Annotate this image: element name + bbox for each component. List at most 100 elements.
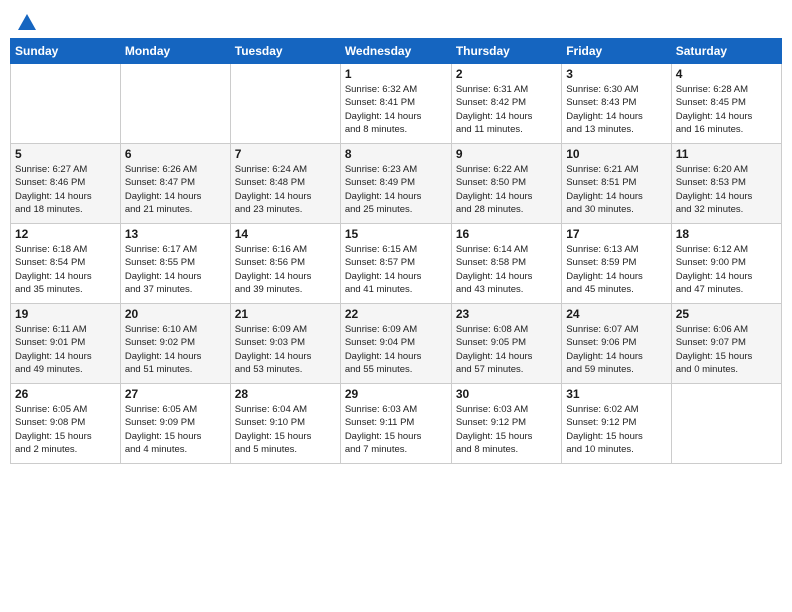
column-header-wednesday: Wednesday — [340, 39, 451, 64]
calendar-cell: 16 Sunrise: 6:14 AM Sunset: 8:58 PM Dayli… — [451, 224, 561, 304]
day-info: Sunrise: 6:14 AM Sunset: 8:58 PM Dayligh… — [456, 243, 557, 296]
calendar-cell: 23 Sunrise: 6:08 AM Sunset: 9:05 PM Dayli… — [451, 304, 561, 384]
calendar-cell: 2 Sunrise: 6:31 AM Sunset: 8:42 PM Daylig… — [451, 64, 561, 144]
calendar-cell: 1Sunrise: 6:32 AM Sunset: 8:41 PM Daylig… — [340, 64, 451, 144]
day-number: 7 — [235, 147, 336, 161]
day-number: 3 — [566, 67, 666, 81]
calendar-cell — [120, 64, 230, 144]
calendar-cell: 26Sunrise: 6:05 AM Sunset: 9:08 PM Dayli… — [11, 384, 121, 464]
day-number: 2 — [456, 67, 557, 81]
day-info: Sunrise: 6:31 AM Sunset: 8:42 PM Dayligh… — [456, 83, 557, 136]
calendar-cell — [671, 384, 781, 464]
day-info: Sunrise: 6:17 AM Sunset: 8:55 PM Dayligh… — [125, 243, 226, 296]
calendar-cell — [11, 64, 121, 144]
day-number: 16 — [456, 227, 557, 241]
calendar-cell: 8 Sunrise: 6:23 AM Sunset: 8:49 PM Daylig… — [340, 144, 451, 224]
calendar-cell: 11 Sunrise: 6:20 AM Sunset: 8:53 PM Dayli… — [671, 144, 781, 224]
day-info: Sunrise: 6:30 AM Sunset: 8:43 PM Dayligh… — [566, 83, 666, 136]
day-number: 29 — [345, 387, 447, 401]
calendar-cell: 12 Sunrise: 6:18 AM Sunset: 8:54 PM Dayli… — [11, 224, 121, 304]
day-info: Sunrise: 6:08 AM Sunset: 9:05 PM Dayligh… — [456, 323, 557, 376]
day-info: Sunrise: 6:27 AM Sunset: 8:46 PM Dayligh… — [15, 163, 116, 216]
day-info: Sunrise: 6:20 AM Sunset: 8:53 PM Dayligh… — [676, 163, 777, 216]
day-info: Sunrise: 6:04 AM Sunset: 9:10 PM Dayligh… — [235, 403, 336, 456]
calendar-cell: 7 Sunrise: 6:24 AM Sunset: 8:48 PM Daylig… — [230, 144, 340, 224]
day-info: Sunrise: 6:10 AM Sunset: 9:02 PM Dayligh… — [125, 323, 226, 376]
calendar-cell: 6 Sunrise: 6:26 AM Sunset: 8:47 PM Daylig… — [120, 144, 230, 224]
day-info: Sunrise: 6:06 AM Sunset: 9:07 PM Dayligh… — [676, 323, 777, 376]
day-info: Sunrise: 6:16 AM Sunset: 8:56 PM Dayligh… — [235, 243, 336, 296]
day-number: 28 — [235, 387, 336, 401]
calendar-cell: 28 Sunrise: 6:04 AM Sunset: 9:10 PM Dayli… — [230, 384, 340, 464]
day-info: Sunrise: 6:05 AM Sunset: 9:08 PM Dayligh… — [15, 403, 116, 456]
calendar-cell: 5Sunrise: 6:27 AM Sunset: 8:46 PM Daylig… — [11, 144, 121, 224]
page-header — [10, 10, 782, 30]
calendar-cell: 13 Sunrise: 6:17 AM Sunset: 8:55 PM Dayli… — [120, 224, 230, 304]
day-number: 24 — [566, 307, 666, 321]
day-info: Sunrise: 6:22 AM Sunset: 8:50 PM Dayligh… — [456, 163, 557, 216]
day-info: Sunrise: 6:07 AM Sunset: 9:06 PM Dayligh… — [566, 323, 666, 376]
day-number: 10 — [566, 147, 666, 161]
calendar-cell: 9 Sunrise: 6:22 AM Sunset: 8:50 PM Daylig… — [451, 144, 561, 224]
day-info: Sunrise: 6:09 AM Sunset: 9:04 PM Dayligh… — [345, 323, 447, 376]
column-header-thursday: Thursday — [451, 39, 561, 64]
calendar-cell: 24 Sunrise: 6:07 AM Sunset: 9:06 PM Dayli… — [562, 304, 671, 384]
day-info: Sunrise: 6:03 AM Sunset: 9:11 PM Dayligh… — [345, 403, 447, 456]
day-number: 31 — [566, 387, 666, 401]
day-number: 11 — [676, 147, 777, 161]
calendar-week-row: 26Sunrise: 6:05 AM Sunset: 9:08 PM Dayli… — [11, 384, 782, 464]
day-info: Sunrise: 6:13 AM Sunset: 8:59 PM Dayligh… — [566, 243, 666, 296]
calendar-cell: 25Sunrise: 6:06 AM Sunset: 9:07 PM Dayli… — [671, 304, 781, 384]
day-number: 14 — [235, 227, 336, 241]
day-info: Sunrise: 6:32 AM Sunset: 8:41 PM Dayligh… — [345, 83, 447, 136]
day-number: 23 — [456, 307, 557, 321]
day-number: 6 — [125, 147, 226, 161]
calendar-cell: 3 Sunrise: 6:30 AM Sunset: 8:43 PM Daylig… — [562, 64, 671, 144]
calendar-cell: 10 Sunrise: 6:21 AM Sunset: 8:51 PM Dayli… — [562, 144, 671, 224]
calendar-cell: 17 Sunrise: 6:13 AM Sunset: 8:59 PM Dayli… — [562, 224, 671, 304]
calendar-header-row: SundayMondayTuesdayWednesdayThursdayFrid… — [11, 39, 782, 64]
day-number: 17 — [566, 227, 666, 241]
calendar-cell: 20 Sunrise: 6:10 AM Sunset: 9:02 PM Dayli… — [120, 304, 230, 384]
day-number: 21 — [235, 307, 336, 321]
calendar-cell: 27Sunrise: 6:05 AM Sunset: 9:09 PM Dayli… — [120, 384, 230, 464]
calendar-week-row: 12 Sunrise: 6:18 AM Sunset: 8:54 PM Dayli… — [11, 224, 782, 304]
day-info: Sunrise: 6:09 AM Sunset: 9:03 PM Dayligh… — [235, 323, 336, 376]
day-info: Sunrise: 6:26 AM Sunset: 8:47 PM Dayligh… — [125, 163, 226, 216]
day-info: Sunrise: 6:12 AM Sunset: 9:00 PM Dayligh… — [676, 243, 777, 296]
day-info: Sunrise: 6:03 AM Sunset: 9:12 PM Dayligh… — [456, 403, 557, 456]
day-number: 30 — [456, 387, 557, 401]
day-info: Sunrise: 6:21 AM Sunset: 8:51 PM Dayligh… — [566, 163, 666, 216]
calendar-cell: 30 Sunrise: 6:03 AM Sunset: 9:12 PM Dayli… — [451, 384, 561, 464]
column-header-sunday: Sunday — [11, 39, 121, 64]
column-header-saturday: Saturday — [671, 39, 781, 64]
calendar-cell — [230, 64, 340, 144]
day-number: 13 — [125, 227, 226, 241]
calendar-cell: 31 Sunrise: 6:02 AM Sunset: 9:12 PM Dayli… — [562, 384, 671, 464]
calendar-cell: 18Sunrise: 6:12 AM Sunset: 9:00 PM Dayli… — [671, 224, 781, 304]
day-number: 4 — [676, 67, 777, 81]
day-number: 8 — [345, 147, 447, 161]
day-info: Sunrise: 6:05 AM Sunset: 9:09 PM Dayligh… — [125, 403, 226, 456]
calendar-cell: 22 Sunrise: 6:09 AM Sunset: 9:04 PM Dayli… — [340, 304, 451, 384]
day-info: Sunrise: 6:23 AM Sunset: 8:49 PM Dayligh… — [345, 163, 447, 216]
day-info: Sunrise: 6:15 AM Sunset: 8:57 PM Dayligh… — [345, 243, 447, 296]
calendar-week-row: 1Sunrise: 6:32 AM Sunset: 8:41 PM Daylig… — [11, 64, 782, 144]
day-number: 20 — [125, 307, 226, 321]
day-info: Sunrise: 6:24 AM Sunset: 8:48 PM Dayligh… — [235, 163, 336, 216]
day-number: 22 — [345, 307, 447, 321]
day-info: Sunrise: 6:02 AM Sunset: 9:12 PM Dayligh… — [566, 403, 666, 456]
calendar-cell: 14 Sunrise: 6:16 AM Sunset: 8:56 PM Dayli… — [230, 224, 340, 304]
day-info: Sunrise: 6:11 AM Sunset: 9:01 PM Dayligh… — [15, 323, 116, 376]
column-header-tuesday: Tuesday — [230, 39, 340, 64]
column-header-friday: Friday — [562, 39, 671, 64]
calendar-week-row: 19Sunrise: 6:11 AM Sunset: 9:01 PM Dayli… — [11, 304, 782, 384]
day-number: 9 — [456, 147, 557, 161]
day-number: 15 — [345, 227, 447, 241]
day-number: 12 — [15, 227, 116, 241]
day-info: Sunrise: 6:18 AM Sunset: 8:54 PM Dayligh… — [15, 243, 116, 296]
calendar-table: SundayMondayTuesdayWednesdayThursdayFrid… — [10, 38, 782, 464]
logo — [14, 14, 38, 30]
calendar-cell: 4Sunrise: 6:28 AM Sunset: 8:45 PM Daylig… — [671, 64, 781, 144]
calendar-week-row: 5Sunrise: 6:27 AM Sunset: 8:46 PM Daylig… — [11, 144, 782, 224]
